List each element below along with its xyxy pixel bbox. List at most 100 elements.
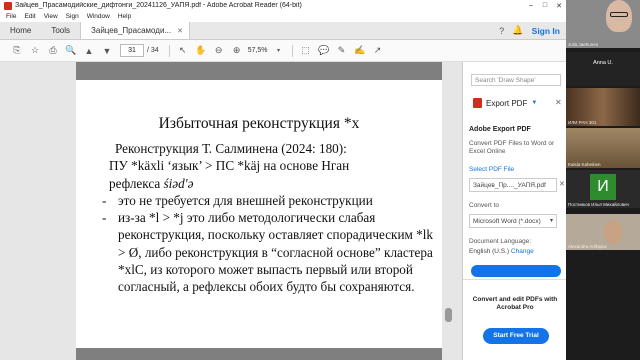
export-pdf-icon (473, 98, 482, 108)
convert-to-label: Convert to (469, 202, 499, 209)
toolbar-divider (291, 44, 293, 57)
remove-file-icon[interactable]: ✕ (559, 180, 565, 188)
search-icon[interactable]: 🔍 (62, 45, 80, 56)
page-number-input[interactable]: 31 (120, 44, 144, 57)
slide-bottom-band (76, 348, 442, 360)
close-pane-icon[interactable]: ✕ (555, 98, 562, 107)
slide-bullet: - это не требуется для внешней реконстру… (102, 192, 438, 209)
zoom-level[interactable]: 57,5% (248, 47, 268, 54)
print-icon[interactable]: ⎙ (44, 45, 62, 56)
language-value: English (U.S.) (469, 248, 510, 255)
bullet-marker: - (102, 192, 107, 208)
zoom-out-icon[interactable]: ⊖ (210, 45, 228, 56)
participant-tile[interactable]: Julia Jaehunen (566, 0, 640, 48)
menu-bar: File Edit View Sign Window Help (0, 11, 566, 22)
convert-format-value: Microsoft Word (*.docx) (473, 218, 541, 225)
document-language-label: Document Language: (469, 238, 532, 245)
chevron-down-icon: ▼ (531, 100, 538, 106)
participant-name: Alexandra Arkhipov (568, 244, 607, 249)
participant-name: Julia Jaehunen (568, 42, 599, 47)
page-total: / 34 (147, 47, 159, 54)
export-pdf-button[interactable]: Export PDF ▼ (473, 98, 537, 108)
tab-document[interactable]: Зайцев_Прасамоди... ✕ (80, 22, 190, 39)
screen: Зайцев_Прасамодийские_дифтонги_20241126_… (0, 0, 640, 360)
title-bar: Зайцев_Прасамодийские_дифтонги_20241126_… (0, 0, 566, 11)
participant-tile[interactable]: Kaisla Kaheinen (566, 128, 640, 168)
slide-bullet: - из-за *l > *j это либо методологически… (102, 209, 438, 295)
select-cursor-icon[interactable]: ↖ (174, 45, 192, 56)
notifications-bell-icon[interactable]: 🔔 (510, 22, 526, 39)
participant-strip-background (566, 252, 640, 360)
tab-home[interactable]: Home (0, 22, 41, 39)
zoom-in-icon[interactable]: ⊕ (228, 45, 246, 56)
fit-page-icon[interactable]: ⬚ (297, 45, 315, 56)
start-free-trial-button[interactable]: Start Free Trial (483, 328, 549, 344)
scrollbar-thumb[interactable] (445, 308, 452, 322)
slide-body: Реконструкция Т. Салминена (2024: 180): … (102, 140, 438, 296)
slide-title: Избыточная реконструкция *х (158, 115, 360, 132)
close-tab-icon[interactable]: ✕ (177, 27, 183, 35)
vertical-scrollbar[interactable] (442, 62, 462, 360)
participant-tile[interactable]: Anna U. (566, 52, 640, 86)
previous-page-icon[interactable]: ▲ (80, 46, 98, 56)
participant-name: ИЛИ РАН 301 (568, 120, 597, 125)
menu-edit[interactable]: Edit (24, 13, 35, 20)
convert-format-select[interactable]: Microsoft Word (*.docx) ▾ (469, 214, 557, 228)
export-heading: Adobe Export PDF (469, 126, 531, 133)
share-icon[interactable]: ↗ (369, 45, 387, 56)
export-description: Convert PDF Files to Word or Excel Onlin… (469, 140, 555, 155)
close-window-button[interactable]: ✕ (552, 2, 566, 10)
pdf-page: Избыточная реконструкция *х Реконструкци… (76, 62, 442, 360)
menu-help[interactable]: Help (118, 13, 131, 20)
video-call-participants: Julia Jaehunen Anna U. ИЛИ РАН 301 Kaisl… (566, 0, 640, 360)
document-viewport[interactable]: Избыточная реконструкция *х Реконструкци… (0, 62, 462, 360)
chevron-down-icon: ▾ (549, 218, 553, 224)
toolbar-divider (168, 44, 170, 57)
participant-name: Kaisla Kaheinen (568, 162, 601, 167)
bullet-marker: - (102, 210, 107, 226)
menu-window[interactable]: Window (87, 13, 110, 20)
slide-line: ПУ *käxli ‘язык’ > ПС *käj на основе Нга… (109, 158, 350, 174)
pane-divider (463, 279, 567, 280)
participant-name: Постников Илья Михайлович (568, 202, 630, 207)
bookmark-star-icon[interactable]: ☆ (26, 45, 44, 56)
window-title: Зайцев_Прасамодийские_дифтонги_20241126_… (15, 2, 302, 9)
minimize-button[interactable]: – (524, 2, 538, 9)
tools-search-input[interactable]: Search 'Draw Shape' (471, 74, 561, 86)
maximize-button[interactable]: □ (538, 2, 552, 9)
tab-bar: Home Tools Зайцев_Прасамоди... ✕ ? 🔔 Sig… (0, 22, 566, 40)
select-pdf-link[interactable]: Select PDF File (469, 166, 514, 173)
menu-sign[interactable]: Sign (66, 13, 79, 20)
slide-top-band (76, 62, 442, 80)
slide-italic-form: śiəd'ə (163, 175, 194, 191)
selected-file-field[interactable]: Зайцев_Пр...._УАПЯ.pdf (469, 178, 557, 192)
tools-pane: Search 'Draw Shape' Export PDF ▼ ✕ Adobe… (462, 62, 567, 360)
participant-video (604, 220, 622, 244)
help-icon[interactable]: ? (494, 22, 510, 39)
sign-in-button[interactable]: Sign In (526, 22, 566, 39)
slide-line: рефлекса śiəd'ə (102, 175, 438, 192)
acrobat-app-icon (4, 1, 12, 10)
export-pdf-label: Export PDF (486, 98, 528, 108)
sign-icon[interactable]: ✍ (351, 45, 369, 56)
next-page-icon[interactable]: ▼ (98, 46, 116, 56)
participant-tile[interactable]: Alexandra Arkhipov (566, 214, 640, 250)
document-tab-label: Зайцев_Прасамоди... (91, 26, 172, 35)
change-language-link[interactable]: Change (511, 248, 534, 255)
slide-line-prefix: рефлекса (109, 175, 164, 191)
participant-video-detail (610, 12, 628, 17)
menu-file[interactable]: File (6, 13, 16, 20)
bullet-text: из-за *l > *j это либо методологически с… (118, 210, 434, 295)
comment-icon[interactable]: 💬 (315, 45, 333, 56)
tab-tools[interactable]: Tools (41, 22, 80, 39)
create-pdf-icon[interactable]: ⎘ (8, 45, 26, 56)
participant-tile[interactable]: И Постников Илья Михайлович (566, 170, 640, 208)
zoom-dropdown-icon[interactable]: ▾ (270, 47, 288, 54)
menu-view[interactable]: View (44, 13, 58, 20)
toolbar: ⎘ ☆ ⎙ 🔍 ▲ ▼ 31 / 34 ↖ ✋ ⊖ ⊕ 57,5% ▾ ⬚ 💬 … (0, 40, 566, 62)
highlight-pen-icon[interactable]: ✎ (333, 45, 351, 56)
participant-tile[interactable]: ИЛИ РАН 301 (566, 88, 640, 126)
slide-line: Реконструкция Т. Салминена (2024: 180): (115, 141, 347, 156)
hand-tool-icon[interactable]: ✋ (192, 45, 210, 56)
convert-button[interactable] (471, 265, 561, 277)
